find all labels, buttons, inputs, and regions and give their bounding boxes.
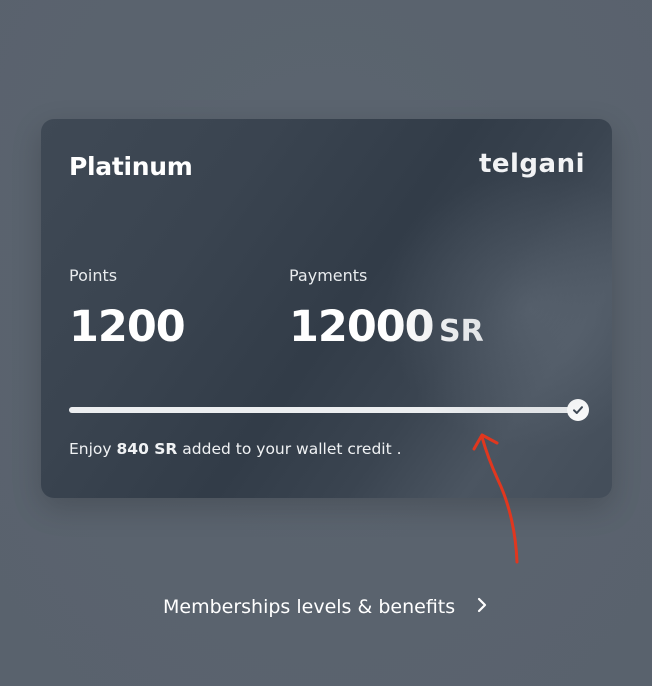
wallet-credit-caption: Enjoy 840 SR added to your wallet credit… <box>69 440 402 458</box>
brand-logo: telgani <box>478 149 585 179</box>
annotation-arrow <box>472 433 519 564</box>
progress-bar <box>69 407 579 413</box>
payments-currency: SR <box>439 314 484 349</box>
caption-amount: 840 SR <box>116 440 178 458</box>
check-icon <box>567 399 589 421</box>
memberships-levels-link[interactable]: Memberships levels & benefits <box>163 594 487 620</box>
caption-prefix: Enjoy <box>69 440 117 458</box>
chevron-right-icon <box>477 596 487 618</box>
payments-value: 12000 <box>289 302 435 352</box>
progress-fill <box>69 407 579 413</box>
memberships-link-label: Memberships levels & benefits <box>163 596 456 618</box>
points-value: 1200 <box>69 302 186 352</box>
tier-name: Platinum <box>69 152 193 181</box>
caption-suffix: added to your wallet credit . <box>177 440 402 458</box>
payments-label: Payments <box>289 266 368 285</box>
points-label: Points <box>69 266 118 285</box>
